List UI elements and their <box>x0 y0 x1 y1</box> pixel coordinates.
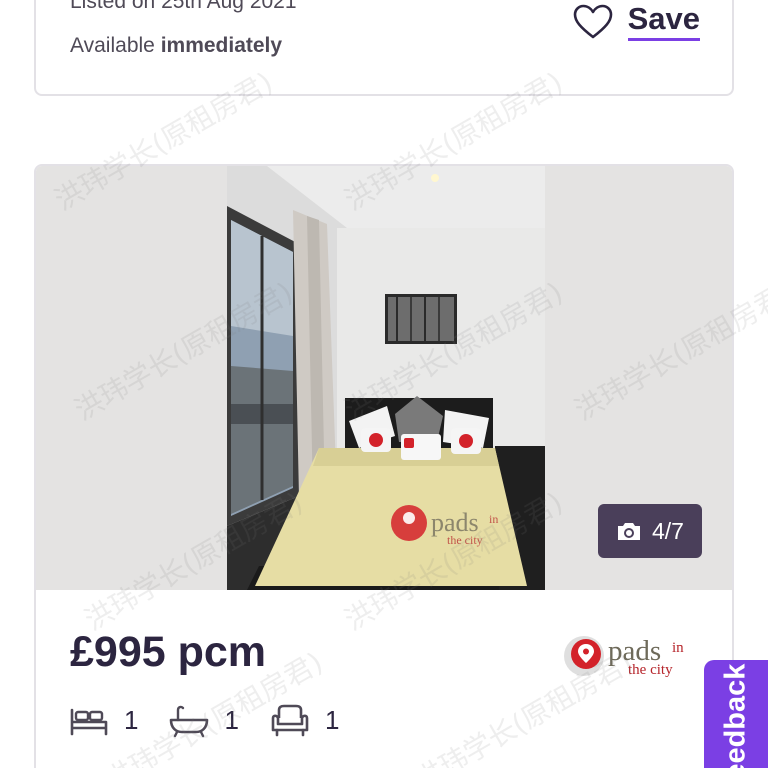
bedrooms-count: 1 <box>124 704 139 735</box>
feedback-label: Feedback <box>719 663 752 768</box>
property-features: 1 1 1 <box>68 702 339 738</box>
heart-outline-icon <box>573 4 612 38</box>
photo-gallery[interactable]: pads in the city 4/7 <box>36 166 732 590</box>
bed-icon <box>70 708 108 736</box>
svg-text:the city: the city <box>628 662 673 678</box>
feedback-tab[interactable]: Feedback <box>704 660 768 768</box>
armchair-icon <box>271 704 309 737</box>
bath-icon <box>170 705 209 738</box>
feature-bedrooms: 1 <box>68 702 138 738</box>
save-label: Save <box>627 2 700 41</box>
page: Listed on 25th Aug 2021 Available immedi… <box>0 0 768 768</box>
bathrooms-count: 1 <box>224 704 239 735</box>
save-button[interactable]: Save <box>572 2 700 41</box>
reception-count: 1 <box>324 704 340 735</box>
listed-date: Listed on 25th Aug 2021 <box>70 0 297 13</box>
agent-logo-in: in <box>672 640 684 656</box>
feature-reception: 1 <box>269 702 339 738</box>
listing-card[interactable]: pads in the city 4/7 £995 pcm pads in th… <box>34 164 734 768</box>
photo-counter-text: 4/7 <box>652 517 684 544</box>
listing-photo-bedroom[interactable]: pads in the city <box>227 166 545 590</box>
svg-text:the city: the city <box>447 533 483 547</box>
svg-text:in: in <box>672 640 684 656</box>
svg-text:in: in <box>489 512 498 526</box>
listing-price: £995 pcm <box>70 628 267 676</box>
agent-logo-sub: the city <box>628 662 673 678</box>
availability: Available immediately <box>70 34 282 58</box>
availability-prefix: Available <box>70 34 155 57</box>
availability-value: immediately <box>160 34 283 57</box>
listing-card-previous: Listed on 25th Aug 2021 Available immedi… <box>34 0 734 96</box>
camera-icon <box>618 523 640 540</box>
photo-counter-button[interactable]: 4/7 <box>598 504 702 558</box>
feature-bathrooms: 1 <box>168 702 239 738</box>
agent-logo[interactable]: pads in the city <box>558 630 698 680</box>
